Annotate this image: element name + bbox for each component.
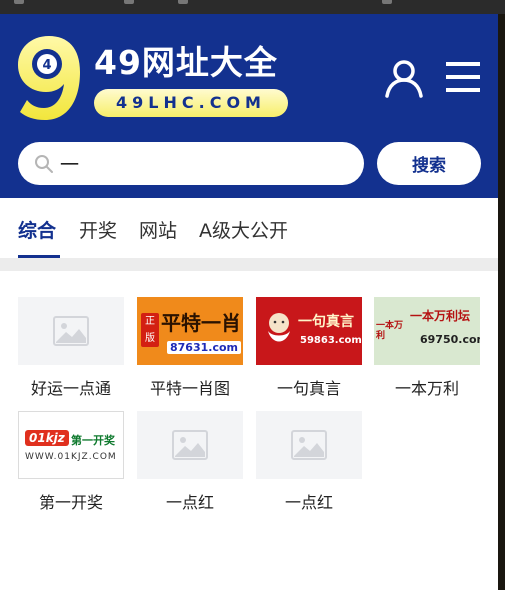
search-box — [18, 142, 364, 185]
background-edge — [498, 14, 505, 590]
site-header: 4 49网址大全 49LHC.COM 搜索 — [0, 14, 498, 198]
ad-url: 69750.com — [420, 333, 480, 346]
card-label: 一点红 — [165, 493, 214, 512]
ad-headline: 平特一肖 — [161, 311, 241, 335]
old-man-icon — [268, 313, 290, 342]
page: 4 49网址大全 49LHC.COM 搜索 综合 开奖 网站 A级大公开 — [0, 14, 498, 590]
card-thumbnail: 一句真言 59863.com — [256, 297, 362, 365]
ad-mark: 一本万利 — [376, 321, 404, 341]
magnifier-icon — [35, 155, 53, 173]
image-placeholder-icon — [53, 316, 89, 346]
ad-url: WWW.01KJZ.COM — [25, 452, 117, 462]
ad-headline: 一句真言 — [298, 314, 354, 330]
card-thumbnail — [137, 411, 243, 479]
card-label: 平特一肖图 — [149, 379, 230, 398]
logo-ball-number: 4 — [42, 58, 51, 73]
hamburger-menu-icon[interactable] — [444, 58, 482, 96]
card-label: 一本万利 — [394, 379, 459, 398]
browser-chrome-icon — [382, 0, 392, 4]
site-grid: 好运一点通 正版 平特一肖 87631.com 平特一肖图 一句真言 59863… — [0, 271, 498, 590]
card-label: 一句真言 — [276, 379, 341, 398]
card-label: 第一开奖 — [38, 493, 103, 512]
logo-icon: 4 — [18, 36, 80, 120]
card-thumbnail — [256, 411, 362, 479]
ad-headline: 第一开奖 — [71, 434, 115, 447]
ad-url: 59863.com — [300, 335, 362, 346]
section-divider — [0, 258, 498, 271]
ad-brand: 01kjz — [25, 430, 69, 446]
browser-chrome-icon — [178, 0, 188, 4]
card-thumbnail: 一本万利 一本万利坛 69750.com — [374, 297, 480, 365]
card-thumbnail: 01kjz 第一开奖 WWW.01KJZ.COM — [18, 411, 124, 479]
ad-badge: 正版 — [141, 313, 159, 347]
category-tabs: 综合 开奖 网站 A级大公开 — [0, 198, 498, 259]
tab-网站[interactable]: 网站 — [139, 216, 177, 243]
tab-综合[interactable]: 综合 — [18, 216, 56, 243]
image-placeholder-icon — [172, 430, 208, 460]
tab-a级大公开[interactable]: A级大公开 — [199, 216, 288, 243]
site-title: 49网址大全 — [94, 43, 278, 82]
tab-开奖[interactable]: 开奖 — [79, 216, 117, 243]
ad-headline: 一本万利坛 — [410, 309, 471, 323]
ad-url: 87631.com — [167, 341, 241, 354]
image-placeholder-icon — [291, 430, 327, 460]
domain-badge: 49LHC.COM — [94, 89, 288, 117]
card-thumbnail: 正版 平特一肖 87631.com — [137, 297, 243, 365]
search-button[interactable]: 搜索 — [377, 142, 481, 185]
search-input[interactable] — [60, 148, 350, 179]
card-label: 一点红 — [284, 493, 333, 512]
browser-chrome-icon — [14, 0, 24, 4]
browser-chrome-icon — [124, 0, 134, 4]
card-label: 好运一点通 — [30, 379, 111, 398]
browser-top-strip — [0, 0, 505, 14]
card-thumbnail — [18, 297, 124, 365]
user-icon[interactable] — [384, 58, 424, 98]
